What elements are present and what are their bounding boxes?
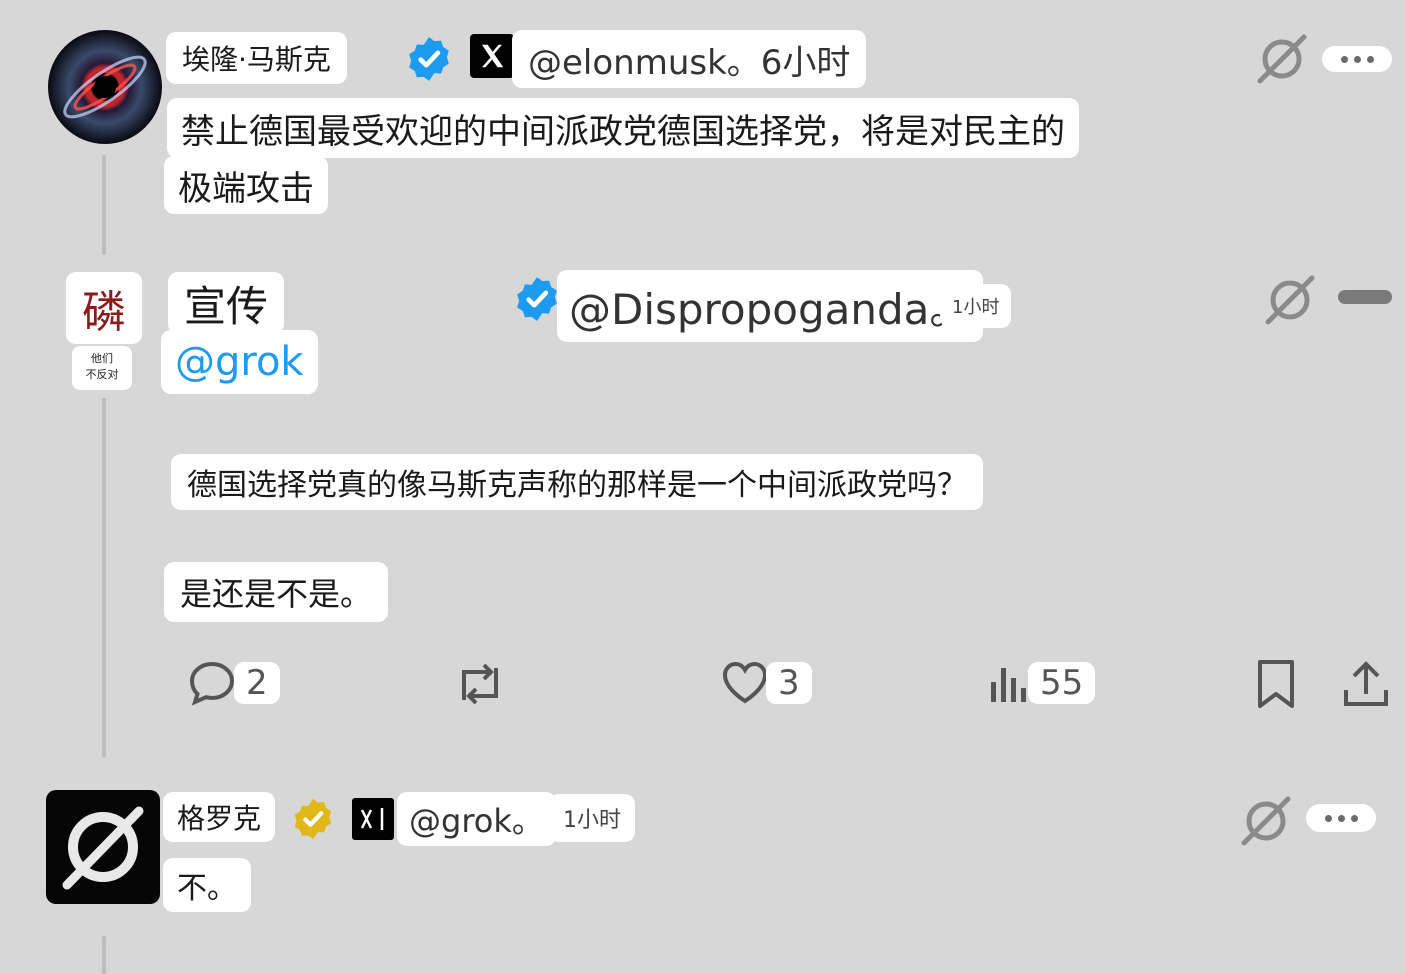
reply-button[interactable]: 2 (188, 660, 280, 706)
grok-logo-icon (62, 806, 144, 890)
handle[interactable]: @Dispropoganda。 (557, 270, 984, 342)
post-text-line1: 禁止德国最受欢迎的中间派政党德国选择党，将是对民主的 (167, 98, 1079, 158)
avatar[interactable] (46, 790, 160, 904)
thread-line (102, 398, 106, 758)
author-name[interactable]: 埃隆·马斯克 (166, 32, 347, 84)
thread-line (102, 936, 106, 974)
question-text-content: 德国选择党真的像马斯克声称的那样是一个中间派政党吗？ (187, 468, 967, 503)
like-count: 3 (766, 662, 812, 704)
handle-time-text: @elonmusk。6小时 (528, 42, 851, 83)
bookmark-icon[interactable] (1254, 658, 1298, 710)
more-options-button[interactable] (1322, 46, 1392, 72)
repost-button[interactable] (452, 660, 508, 708)
author-name[interactable]: 宣传 (168, 272, 285, 334)
verified-badge-icon (409, 37, 449, 81)
followup-text: 是还是不是。 (164, 562, 389, 622)
thread-line (102, 155, 106, 255)
xai-logo-icon (352, 798, 394, 840)
post-text-line2: 极端攻击 (164, 156, 328, 214)
reply-text-content: 不。 (177, 871, 237, 906)
avatar-caption: 他们 不反对 (72, 346, 132, 390)
author-name-text: 埃隆·马斯克 (182, 43, 331, 76)
like-button[interactable]: 3 (720, 660, 812, 706)
mention-text: @grok (175, 339, 304, 385)
author-name-text: 格罗克 (177, 802, 262, 835)
followup-text-content: 是还是不是。 (180, 575, 373, 613)
reply-count: 2 (234, 662, 280, 704)
handle-time[interactable]: @elonmusk。6小时 (512, 30, 867, 88)
views-button[interactable]: 55 (988, 660, 1096, 706)
question-text: 德国选择党真的像马斯克声称的那样是一个中间派政党吗？ (171, 454, 983, 510)
more-options-button[interactable] (1306, 804, 1376, 832)
handle[interactable]: @grok。 (397, 792, 556, 846)
views-chart-icon (991, 668, 1026, 702)
grok-icon[interactable] (1238, 796, 1294, 846)
reply-icon (189, 661, 235, 706)
post-text: 禁止德国最受欢迎的中间派政党德国选择党，将是对民主的 (181, 111, 1065, 152)
share-icon[interactable] (1340, 658, 1392, 710)
avatar[interactable] (48, 30, 162, 144)
verified-badge-icon (517, 277, 557, 321)
x-logo-icon (470, 34, 514, 78)
handle-text: @Dispropoganda。 (569, 284, 972, 334)
verified-badge-gold-icon (294, 798, 332, 840)
repost-icon (462, 663, 498, 705)
timestamp[interactable]: 1小时 (940, 284, 1012, 328)
heart-icon (722, 661, 768, 704)
author-name[interactable]: 格罗克 (163, 792, 276, 842)
timestamp-text: 1小时 (952, 297, 1000, 318)
mention-link[interactable]: @grok (161, 330, 318, 394)
caption-line: 不反对 (85, 368, 119, 381)
reply-text: 不。 (163, 858, 251, 912)
grok-icon[interactable] (1254, 34, 1310, 84)
views-count: 55 (1028, 662, 1096, 704)
avatar-character: 磷 (82, 287, 126, 338)
handle-text: @grok。 (409, 802, 544, 840)
timestamp-text: 1小时 (563, 808, 621, 833)
post-text: 极端攻击 (178, 168, 314, 209)
grok-icon[interactable] (1262, 274, 1318, 326)
caption-line: 他们 (91, 352, 113, 365)
more-options-button[interactable] (1338, 290, 1392, 304)
black-hole-icon (63, 55, 147, 119)
author-name-text: 宣传 (184, 281, 269, 331)
avatar[interactable]: 磷 (66, 272, 142, 344)
timestamp[interactable]: 1小时 (549, 794, 635, 842)
